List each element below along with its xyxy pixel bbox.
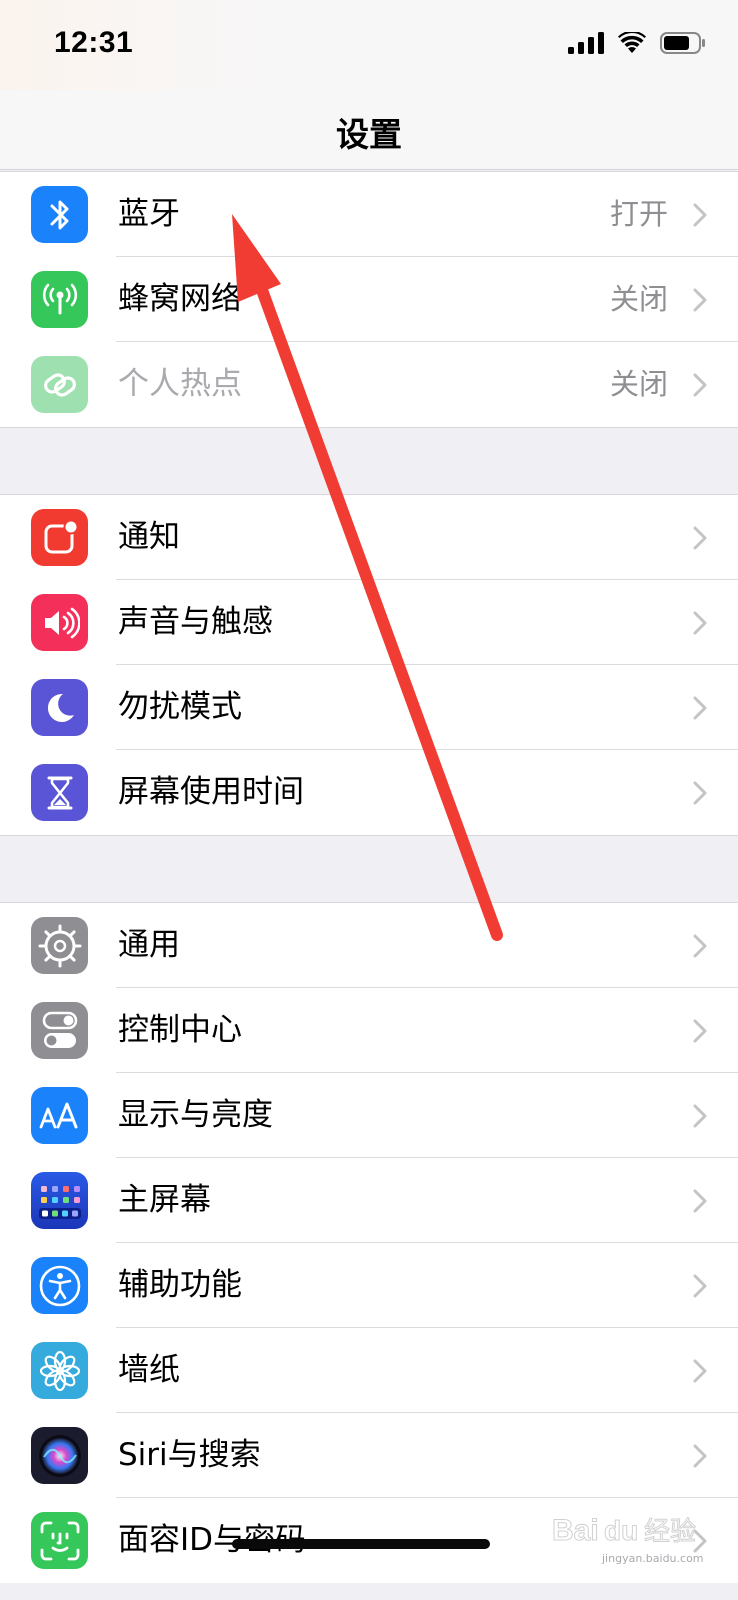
row-label: 屏幕使用时间 — [118, 774, 304, 810]
settings-row-accessibility[interactable]: 辅助功能 — [0, 1243, 738, 1328]
row-label: 控制中心 — [118, 1012, 242, 1048]
accessibility-person-icon — [31, 1257, 88, 1314]
status-icons — [568, 32, 706, 54]
status-bar: 12:31 — [0, 0, 738, 90]
settings-row-general[interactable]: 通用 — [0, 903, 738, 988]
settings-row-wallpaper[interactable]: 墙纸 — [0, 1328, 738, 1413]
chevron-right-icon — [693, 1019, 707, 1043]
chevron-right-icon — [693, 1444, 707, 1468]
navigation-bar: 设置 — [0, 90, 738, 170]
moon-icon — [31, 679, 88, 736]
row-label: 辅助功能 — [118, 1267, 242, 1303]
row-label: 显示与亮度 — [118, 1097, 273, 1133]
bluetooth-icon — [31, 186, 88, 243]
svg-text:Bai: Bai — [552, 1514, 599, 1547]
baidu-watermark: Bai du 经验 jingyan.baidu.com — [552, 1501, 730, 1570]
home-indicator[interactable] — [232, 1539, 490, 1549]
svg-text:du: du — [604, 1515, 638, 1546]
chevron-right-icon — [693, 781, 707, 805]
row-label: 蓝牙 — [118, 196, 180, 232]
chevron-right-icon — [693, 526, 707, 550]
hotspot-link-icon — [31, 356, 88, 413]
chevron-right-icon — [693, 934, 707, 958]
row-label: 通知 — [118, 519, 180, 555]
wifi-icon — [618, 32, 646, 53]
row-label: 声音与触感 — [118, 604, 273, 640]
settings-row-sounds[interactable]: 声音与触感 — [0, 580, 738, 665]
row-value: 关闭 — [609, 367, 668, 401]
row-label: 主屏幕 — [118, 1182, 211, 1218]
chevron-right-icon — [693, 1104, 707, 1128]
row-label: 通用 — [118, 927, 180, 963]
settings-row-notifications[interactable]: 通知 — [0, 495, 738, 580]
settings-row-home-screen[interactable]: 主屏幕 — [0, 1158, 738, 1243]
settings-group-general: 通用 控制中心 显示与亮度 主屏幕 辅助功能 墙纸 Siri与搜索 面容ID与密… — [0, 902, 738, 1583]
settings-row-hotspot[interactable]: 个人热点 关闭 — [0, 342, 738, 427]
row-label: Siri与搜索 — [118, 1437, 261, 1473]
svg-text:jingyan.baidu.com: jingyan.baidu.com — [601, 1552, 704, 1565]
baidu-jingyan-logo: Bai du 经验 jingyan.baidu.com — [552, 1501, 704, 1565]
svg-text:经验: 经验 — [644, 1517, 696, 1547]
flower-icon — [31, 1342, 88, 1399]
settings-row-siri[interactable]: Siri与搜索 — [0, 1413, 738, 1498]
home-screen-grid-icon — [31, 1172, 88, 1229]
page-title: 设置 — [336, 115, 402, 154]
settings-row-do-not-disturb[interactable]: 勿扰模式 — [0, 665, 738, 750]
cellular-antenna-icon — [31, 271, 88, 328]
row-label: 蜂窝网络 — [118, 281, 242, 317]
chevron-right-icon — [693, 1274, 707, 1298]
notification-icon — [31, 509, 88, 566]
settings-row-screen-time[interactable]: 屏幕使用时间 — [0, 750, 738, 835]
settings-row-display-brightness[interactable]: 显示与亮度 — [0, 1073, 738, 1158]
chevron-right-icon — [693, 203, 707, 227]
row-value: 关闭 — [609, 282, 668, 316]
settings-row-bluetooth[interactable]: 蓝牙 打开 — [0, 172, 738, 257]
face-id-icon — [31, 1512, 88, 1569]
row-value: 打开 — [609, 197, 668, 231]
text-size-aa-icon — [31, 1087, 88, 1144]
chevron-right-icon — [693, 696, 707, 720]
chevron-right-icon — [693, 1359, 707, 1383]
siri-orb-icon — [31, 1427, 88, 1484]
chevron-right-icon — [693, 1189, 707, 1213]
settings-group-connectivity: 蓝牙 打开 蜂窝网络 关闭 个人热点 关闭 — [0, 171, 738, 428]
speaker-icon — [31, 594, 88, 651]
gear-icon — [31, 917, 88, 974]
settings-row-cellular[interactable]: 蜂窝网络 关闭 — [0, 257, 738, 342]
chevron-right-icon — [693, 373, 707, 397]
battery-icon — [660, 32, 705, 54]
chevron-right-icon — [693, 288, 707, 312]
settings-group-notifications: 通知 声音与触感 勿扰模式 屏幕使用时间 — [0, 494, 738, 836]
row-label: 墙纸 — [118, 1352, 180, 1388]
chevron-right-icon — [693, 611, 707, 635]
row-label: 勿扰模式 — [118, 689, 242, 725]
toggle-switches-icon — [31, 1002, 88, 1059]
cellular-signal-icon — [568, 32, 604, 54]
settings-row-control-center[interactable]: 控制中心 — [0, 988, 738, 1073]
row-label: 个人热点 — [118, 366, 242, 402]
status-time: 12:31 — [54, 26, 134, 59]
hourglass-icon — [31, 764, 88, 821]
